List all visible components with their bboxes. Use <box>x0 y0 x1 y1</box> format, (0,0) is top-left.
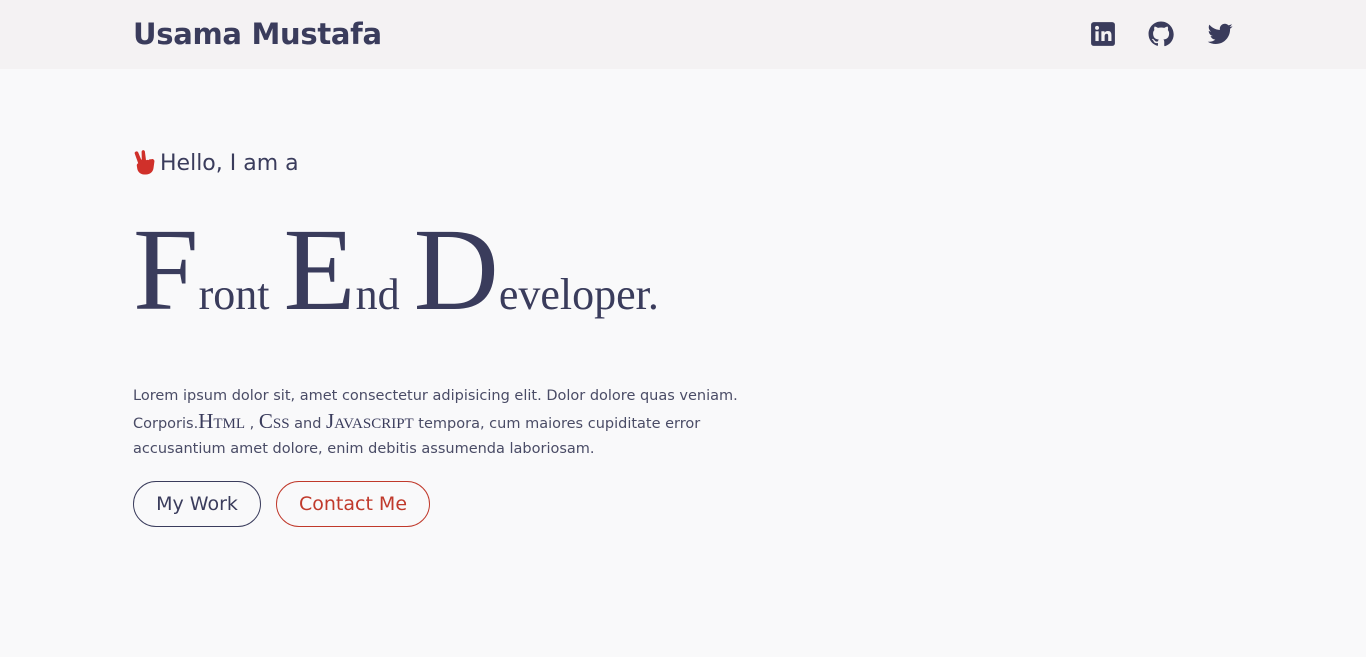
headline-word-end: End <box>283 204 400 335</box>
tech-css: Css <box>258 409 290 433</box>
tech-javascript: Javascript <box>326 409 414 433</box>
linkedin-icon[interactable] <box>1090 21 1116 47</box>
headline-word-front: Front <box>133 204 270 335</box>
greeting-text: Hello, I am a <box>160 150 299 176</box>
victory-hand-icon <box>134 150 155 175</box>
twitter-icon[interactable] <box>1207 21 1233 47</box>
contact-me-button[interactable]: Contact Me <box>276 481 430 527</box>
headline-word-developer: Developer. <box>413 204 659 335</box>
intro-description: Lorem ipsum dolor sit, amet consectetur … <box>133 388 738 457</box>
greeting: Hello, I am a <box>133 148 299 178</box>
navbar: Usama Mustafa <box>0 0 1366 69</box>
github-icon[interactable] <box>1148 21 1174 47</box>
headline: Front End Developer. <box>133 210 673 330</box>
my-work-button[interactable]: My Work <box>133 481 261 527</box>
tech-html: Html <box>198 409 246 433</box>
brand-name[interactable]: Usama Mustafa <box>133 15 382 53</box>
